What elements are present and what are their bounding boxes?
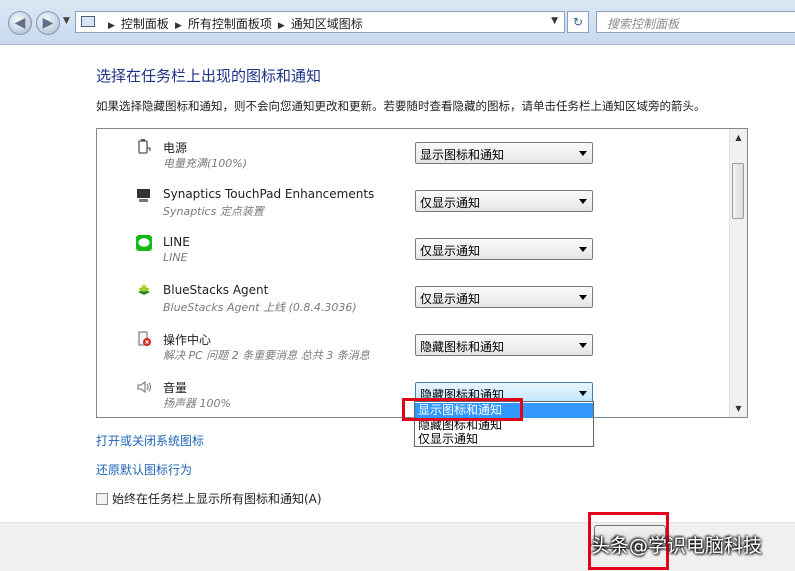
back-arrow-icon: ◀ [14,15,26,31]
behavior-select[interactable]: 仅显示通知 [415,190,593,212]
action-center-icon [138,331,151,346]
page-description: 如果选择隐藏图标和通知，则不会向您通知更改和更新。若要随时查看隐藏的图标，请单击… [96,99,706,113]
list-item: 电源 电量充满(100%) 显示图标和通知 [97,133,731,181]
selected-value: 仅显示通知 [420,196,481,210]
item-description: 电量充满(100%) [163,157,248,170]
line-app-icon [136,235,152,251]
chevron-down-icon [579,391,587,396]
page-title: 选择在任务栏上出现的图标和通知 [96,67,322,85]
address-dropdown-icon[interactable]: ▼ [551,16,558,26]
scroll-thumb[interactable] [732,163,744,219]
power-icon [138,139,151,154]
item-name: BlueStacks Agent [163,283,269,297]
refresh-button[interactable]: ↻ [567,11,589,33]
item-name: Synaptics TouchPad Enhancements [163,187,375,201]
list-item: LINE LINE 仅显示通知 [97,229,731,277]
breadcrumb: ▶ 控制面板 ▶ 所有控制面板项 ▶ 通知区域图标 [102,15,363,32]
item-description: BlueStacks Agent 上线 (0.8.4.3036) [163,301,357,314]
restore-defaults-link[interactable]: 还原默认图标行为 [96,461,192,478]
control-panel-icon [81,16,95,27]
item-description: Synaptics 定点装置 [163,205,264,218]
selected-value: 仅显示通知 [420,292,481,306]
chevron-right-icon[interactable]: ▶ [278,21,285,31]
chevron-down-icon [579,343,587,348]
always-show-label[interactable]: 始终在任务栏上显示所有图标和通知(A) [112,490,322,507]
scroll-down-icon[interactable]: ▼ [730,400,747,417]
system-icons-link[interactable]: 打开或关闭系统图标 [96,432,204,449]
list-scrollbar[interactable]: ▲ ▼ [729,129,747,417]
address-toolbar: ◀ ▶ ▼ ▶ 控制面板 ▶ 所有控制面板项 ▶ 通知区域图标 ▼ ↻ 搜索控制面板 [0,0,795,45]
list-item: Synaptics TouchPad Enhancements Synaptic… [97,181,731,229]
chevron-down-icon [579,295,587,300]
scroll-up-icon[interactable]: ▲ [730,129,747,146]
item-description: 扬声器 100% [163,397,231,410]
address-bar[interactable]: ▶ 控制面板 ▶ 所有控制面板项 ▶ 通知区域图标 ▼ [75,11,565,33]
selected-value: 仅显示通知 [420,244,481,258]
back-button[interactable]: ◀ [8,11,32,35]
behavior-select[interactable]: 隐藏图标和通知 [415,334,593,356]
item-name: 操作中心 [163,333,212,347]
breadcrumb-item[interactable]: 控制面板 [121,17,169,31]
watermark-text: 头条@学识电脑科技 [591,535,763,557]
speaker-icon [137,380,152,394]
list-item: BlueStacks Agent BlueStacks Agent 上线 (0.… [97,277,731,325]
selected-value: 显示图标和通知 [420,148,505,162]
notification-icons-list: 电源 电量充满(100%) 显示图标和通知 Synaptics TouchPad… [96,128,748,418]
item-description: LINE [163,251,188,264]
chevron-down-icon [579,247,587,252]
search-input[interactable]: 搜索控制面板 [596,11,795,33]
chevron-down-icon [579,199,587,204]
forward-arrow-icon: ▶ [42,15,54,31]
annotation-highlight-box [402,398,523,421]
chevron-right-icon: ▶ [108,21,115,31]
selected-value: 隐藏图标和通知 [420,340,505,354]
search-placeholder: 搜索控制面板 [607,17,680,31]
forward-button[interactable]: ▶ [36,11,60,35]
dropdown-option[interactable]: 仅显示通知 [415,432,593,447]
item-name: 音量 [163,381,188,395]
always-show-checkbox[interactable] [96,493,108,505]
chevron-down-icon [579,151,587,156]
touchpad-icon [137,189,150,202]
refresh-icon: ↻ [572,15,584,29]
behavior-select[interactable]: 显示图标和通知 [415,142,593,164]
bluestacks-icon [138,284,150,295]
item-description: 解决 PC 问题 2 条重要消息 总共 3 条消息 [163,349,370,362]
breadcrumb-item[interactable]: 通知区域图标 [291,17,363,31]
item-name: 电源 [163,141,188,155]
chevron-right-icon[interactable]: ▶ [175,21,182,31]
recent-pages-dropdown[interactable]: ▼ [63,16,70,26]
item-name: LINE [163,235,190,249]
behavior-select[interactable]: 仅显示通知 [415,238,593,260]
list-item: 操作中心 解决 PC 问题 2 条重要消息 总共 3 条消息 隐藏图标和通知 [97,325,731,373]
breadcrumb-item[interactable]: 所有控制面板项 [188,17,272,31]
behavior-select[interactable]: 仅显示通知 [415,286,593,308]
